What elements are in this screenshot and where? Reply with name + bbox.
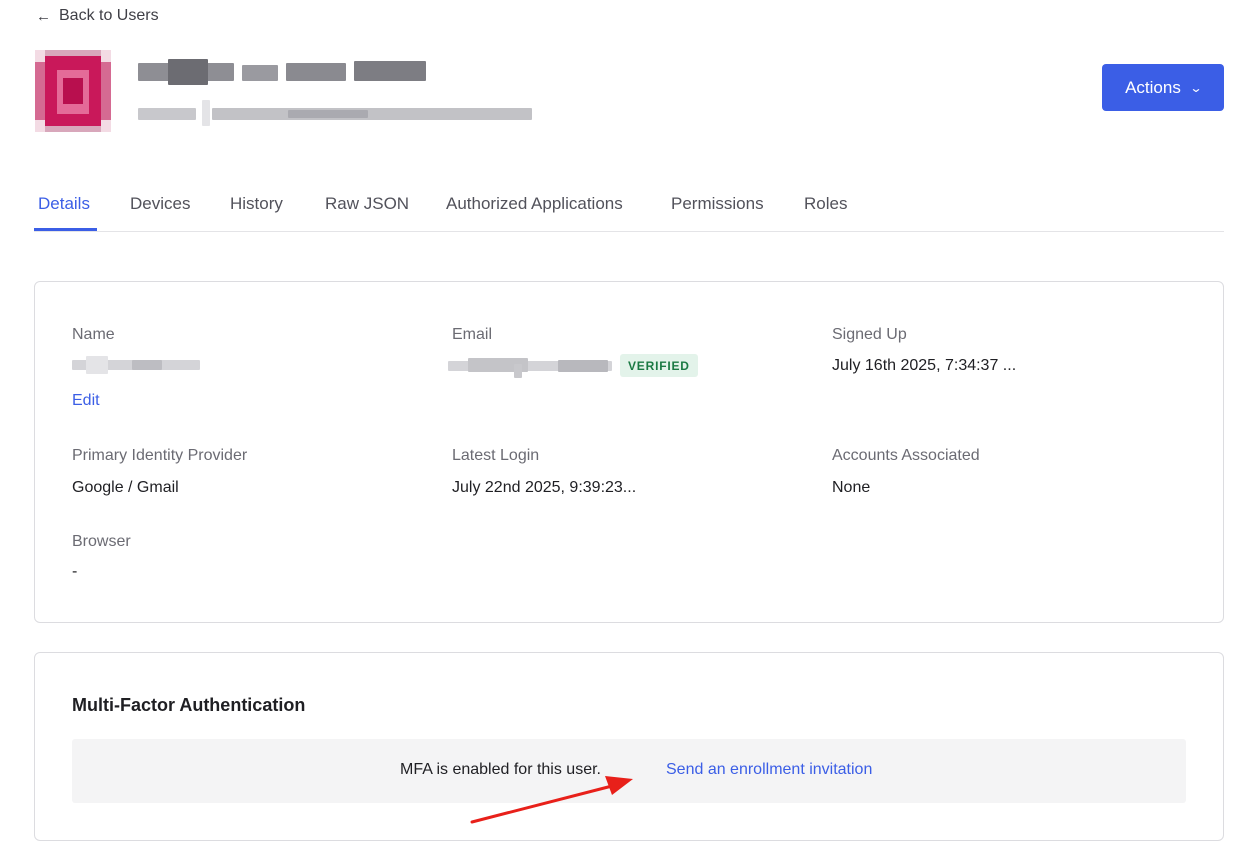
tab-roles[interactable]: Roles <box>804 194 847 214</box>
mfa-title: Multi-Factor Authentication <box>72 695 306 715</box>
tab-history[interactable]: History <box>230 194 283 214</box>
latest-login-label: Latest Login <box>452 447 540 464</box>
actions-button[interactable]: Actions ⌄ <box>1102 64 1224 111</box>
tab-raw-json[interactable]: Raw JSON <box>325 194 409 214</box>
primary-idp-value: Google / Gmail <box>72 479 179 496</box>
mfa-card: Multi-Factor Authentication MFA is enabl… <box>34 652 1224 841</box>
tab-bar: Details Devices History Raw JSON Authori… <box>34 184 1224 232</box>
mfa-status-box: MFA is enabled for this user. Send an en… <box>72 739 1186 803</box>
user-details-card: Name Edit Email VERIFIED Signed Up July … <box>34 281 1224 623</box>
back-link-label: Back to Users <box>59 7 159 24</box>
email-value-redacted <box>448 354 612 378</box>
mfa-status-text: MFA is enabled for this user. <box>400 761 601 778</box>
signed-up-label: Signed Up <box>832 326 907 343</box>
name-value-redacted <box>72 354 200 376</box>
user-subtitle-redacted <box>138 100 533 126</box>
avatar <box>35 50 111 132</box>
back-to-users-link[interactable]: ← Back to Users <box>36 7 159 25</box>
latest-login-value: July 22nd 2025, 9:39:23... <box>452 479 637 496</box>
active-tab-indicator <box>34 228 97 231</box>
verified-badge: VERIFIED <box>620 354 698 377</box>
user-name-redacted <box>138 59 426 87</box>
tab-authorized-applications[interactable]: Authorized Applications <box>446 194 623 214</box>
accounts-associated-label: Accounts Associated <box>832 447 980 464</box>
tab-details[interactable]: Details <box>38 194 90 214</box>
edit-name-link[interactable]: Edit <box>72 392 100 410</box>
browser-label: Browser <box>72 533 131 550</box>
accounts-associated-value: None <box>832 479 871 496</box>
primary-idp-label: Primary Identity Provider <box>72 447 248 464</box>
tab-permissions[interactable]: Permissions <box>671 194 764 214</box>
signed-up-value: July 16th 2025, 7:34:37 ... <box>832 357 1017 374</box>
arrow-left-icon: ← <box>36 7 51 25</box>
browser-value: - <box>72 563 78 580</box>
send-enrollment-invitation-link[interactable]: Send an enrollment invitation <box>666 761 872 779</box>
email-label: Email <box>452 326 493 343</box>
chevron-down-icon: ⌄ <box>1189 80 1203 95</box>
actions-button-label: Actions <box>1125 77 1181 97</box>
name-label: Name <box>72 326 115 343</box>
tab-devices[interactable]: Devices <box>130 194 190 214</box>
